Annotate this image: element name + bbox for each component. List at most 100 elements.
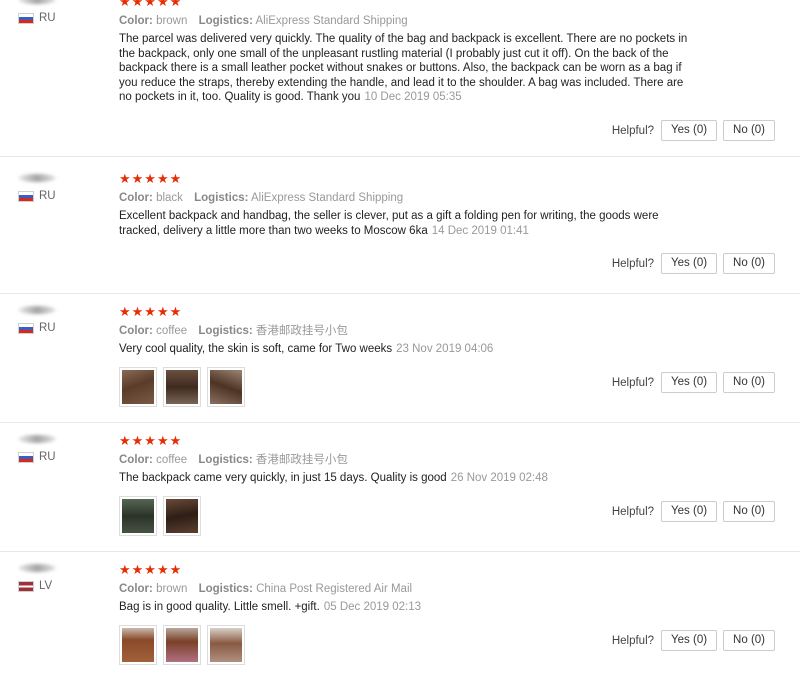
reviewer-info: LV <box>18 564 56 592</box>
helpful-yes-button[interactable]: Yes (0) <box>661 501 718 522</box>
review-text: Bag is in good quality. Little smell. +g… <box>119 600 689 615</box>
color-label: Color: <box>119 583 153 595</box>
color-label: Color: <box>119 15 153 27</box>
reviewer-country: RU <box>18 12 56 24</box>
reviewer-country: RU <box>18 190 56 202</box>
country-code: RU <box>39 451 56 463</box>
reviewer-info: RU <box>18 0 56 24</box>
review-photo-thumbnail[interactable] <box>163 624 201 665</box>
review-item: RU ★★★★★ Color: brown Logistics: AliExpr… <box>0 0 800 157</box>
color-value: coffee <box>156 454 188 466</box>
review-photo-thumbnail[interactable] <box>119 624 157 665</box>
logistics-value: AliExpress Standard Shipping <box>255 15 408 27</box>
reviewer-country: RU <box>18 451 56 463</box>
star-rating: ★★★★★ <box>119 171 183 186</box>
review-content: ★★★★★ Color: coffee Logistics: 香港邮政挂号小包 … <box>119 304 689 407</box>
review-date: 26 Nov 2019 02:48 <box>450 472 548 484</box>
helpful-label: Helpful? <box>611 505 655 518</box>
color-value: brown <box>156 15 188 27</box>
review-date: 14 Dec 2019 01:41 <box>431 224 529 237</box>
reviewer-name-blurred <box>18 306 56 314</box>
review-body: Bag is in good quality. Little smell. +g… <box>119 601 320 613</box>
review-meta: Color: brown Logistics: AliExpress Stand… <box>119 13 689 29</box>
star-rating: ★★★★★ <box>119 433 183 448</box>
helpful-no-button[interactable]: No (0) <box>723 501 775 522</box>
photo-brown-bag <box>210 627 242 662</box>
review-text: The backpack came very quickly, in just … <box>119 471 689 486</box>
review-content: ★★★★★ Color: coffee Logistics: 香港邮政挂号小包 … <box>119 433 689 536</box>
reviewer-info: RU <box>18 174 56 202</box>
photo-brown-bag <box>122 627 154 662</box>
logistics-value: AliExpress Standard Shipping <box>251 192 404 204</box>
review-body: The backpack came very quickly, in just … <box>119 472 447 484</box>
helpful-no-button[interactable]: No (0) <box>723 372 775 393</box>
helpful-yes-button[interactable]: Yes (0) <box>661 372 718 393</box>
reviewer-name-blurred <box>18 174 56 182</box>
review-meta: Color: brown Logistics: China Post Regis… <box>119 581 689 597</box>
helpful-yes-button[interactable]: Yes (0) <box>661 120 718 141</box>
review-photo-thumbnail[interactable] <box>207 366 245 407</box>
russia-flag-icon <box>18 190 34 202</box>
logistics-label: Logistics: <box>198 15 253 27</box>
review-photos <box>119 624 689 665</box>
review-text: Excellent backpack and handbag, the sell… <box>119 209 689 238</box>
review-body: Excellent backpack and handbag, the sell… <box>119 210 659 237</box>
helpful-yes-button[interactable]: Yes (0) <box>661 630 718 651</box>
color-label: Color: <box>119 192 153 204</box>
review-item: RU ★★★★★ Color: coffee Logistics: 香港邮政挂号… <box>0 294 800 423</box>
photo-dark-backpack <box>166 498 198 533</box>
helpful-yes-button[interactable]: Yes (0) <box>661 253 718 274</box>
helpful-label: Helpful? <box>611 376 655 389</box>
photo-brown-backpack <box>210 369 242 404</box>
helpful-no-button[interactable]: No (0) <box>723 253 775 274</box>
review-item: RU ★★★★★ Color: coffee Logistics: 香港邮政挂号… <box>0 423 800 552</box>
review-content: ★★★★★ Color: black Logistics: AliExpress… <box>119 171 689 238</box>
review-body: Very cool quality, the skin is soft, cam… <box>119 343 393 355</box>
review-photo-thumbnail[interactable] <box>163 366 201 407</box>
review-photos <box>119 366 689 407</box>
russia-flag-icon <box>18 322 34 334</box>
logistics-value: 香港邮政挂号小包 <box>255 454 348 466</box>
review-content: ★★★★★ Color: brown Logistics: China Post… <box>119 562 689 665</box>
review-meta: Color: black Logistics: AliExpress Stand… <box>119 190 689 206</box>
review-date: 10 Dec 2019 05:35 <box>364 91 462 103</box>
helpful-label: Helpful? <box>611 124 655 137</box>
reviewer-info: RU <box>18 435 56 463</box>
photo-brown-bag <box>166 627 198 662</box>
reviewer-info: RU <box>18 306 56 334</box>
star-rating: ★★★★★ <box>119 0 183 9</box>
review-photo-thumbnail[interactable] <box>119 495 157 536</box>
review-meta: Color: coffee Logistics: 香港邮政挂号小包 <box>119 452 689 468</box>
helpful-no-button[interactable]: No (0) <box>723 630 775 651</box>
reviewer-name-blurred <box>18 564 56 572</box>
country-code: RU <box>39 12 56 24</box>
helpful-no-button[interactable]: No (0) <box>723 120 775 141</box>
helpful-voting: Helpful? Yes (0) No (0) <box>612 372 775 393</box>
helpful-label: Helpful? <box>611 257 655 270</box>
helpful-label: Helpful? <box>611 634 655 647</box>
russia-flag-icon <box>18 451 34 463</box>
latvia-flag-icon <box>18 580 34 592</box>
review-item: LV ★★★★★ Color: brown Logistics: China P… <box>0 552 800 683</box>
review-photo-thumbnail[interactable] <box>163 495 201 536</box>
star-rating: ★★★★★ <box>119 562 183 577</box>
color-value: brown <box>156 583 188 595</box>
review-photos <box>119 495 689 536</box>
review-date: 23 Nov 2019 04:06 <box>396 343 494 355</box>
color-value: black <box>156 192 183 204</box>
review-meta: Color: coffee Logistics: 香港邮政挂号小包 <box>119 323 689 339</box>
reviewer-name-blurred <box>18 435 56 443</box>
logistics-label: Logistics: <box>198 583 253 595</box>
review-text: Very cool quality, the skin is soft, cam… <box>119 342 689 357</box>
logistics-value: 香港邮政挂号小包 <box>255 325 348 337</box>
color-value: coffee <box>156 325 188 337</box>
review-photo-thumbnail[interactable] <box>119 366 157 407</box>
helpful-voting: Helpful? Yes (0) No (0) <box>612 253 775 274</box>
reviewer-country: RU <box>18 322 56 334</box>
color-label: Color: <box>119 325 153 337</box>
reviewer-country: LV <box>18 580 56 592</box>
review-photo-thumbnail[interactable] <box>207 624 245 665</box>
helpful-voting: Helpful? Yes (0) No (0) <box>612 501 775 522</box>
star-rating: ★★★★★ <box>119 304 183 319</box>
photo-dark-backpack <box>122 498 154 533</box>
